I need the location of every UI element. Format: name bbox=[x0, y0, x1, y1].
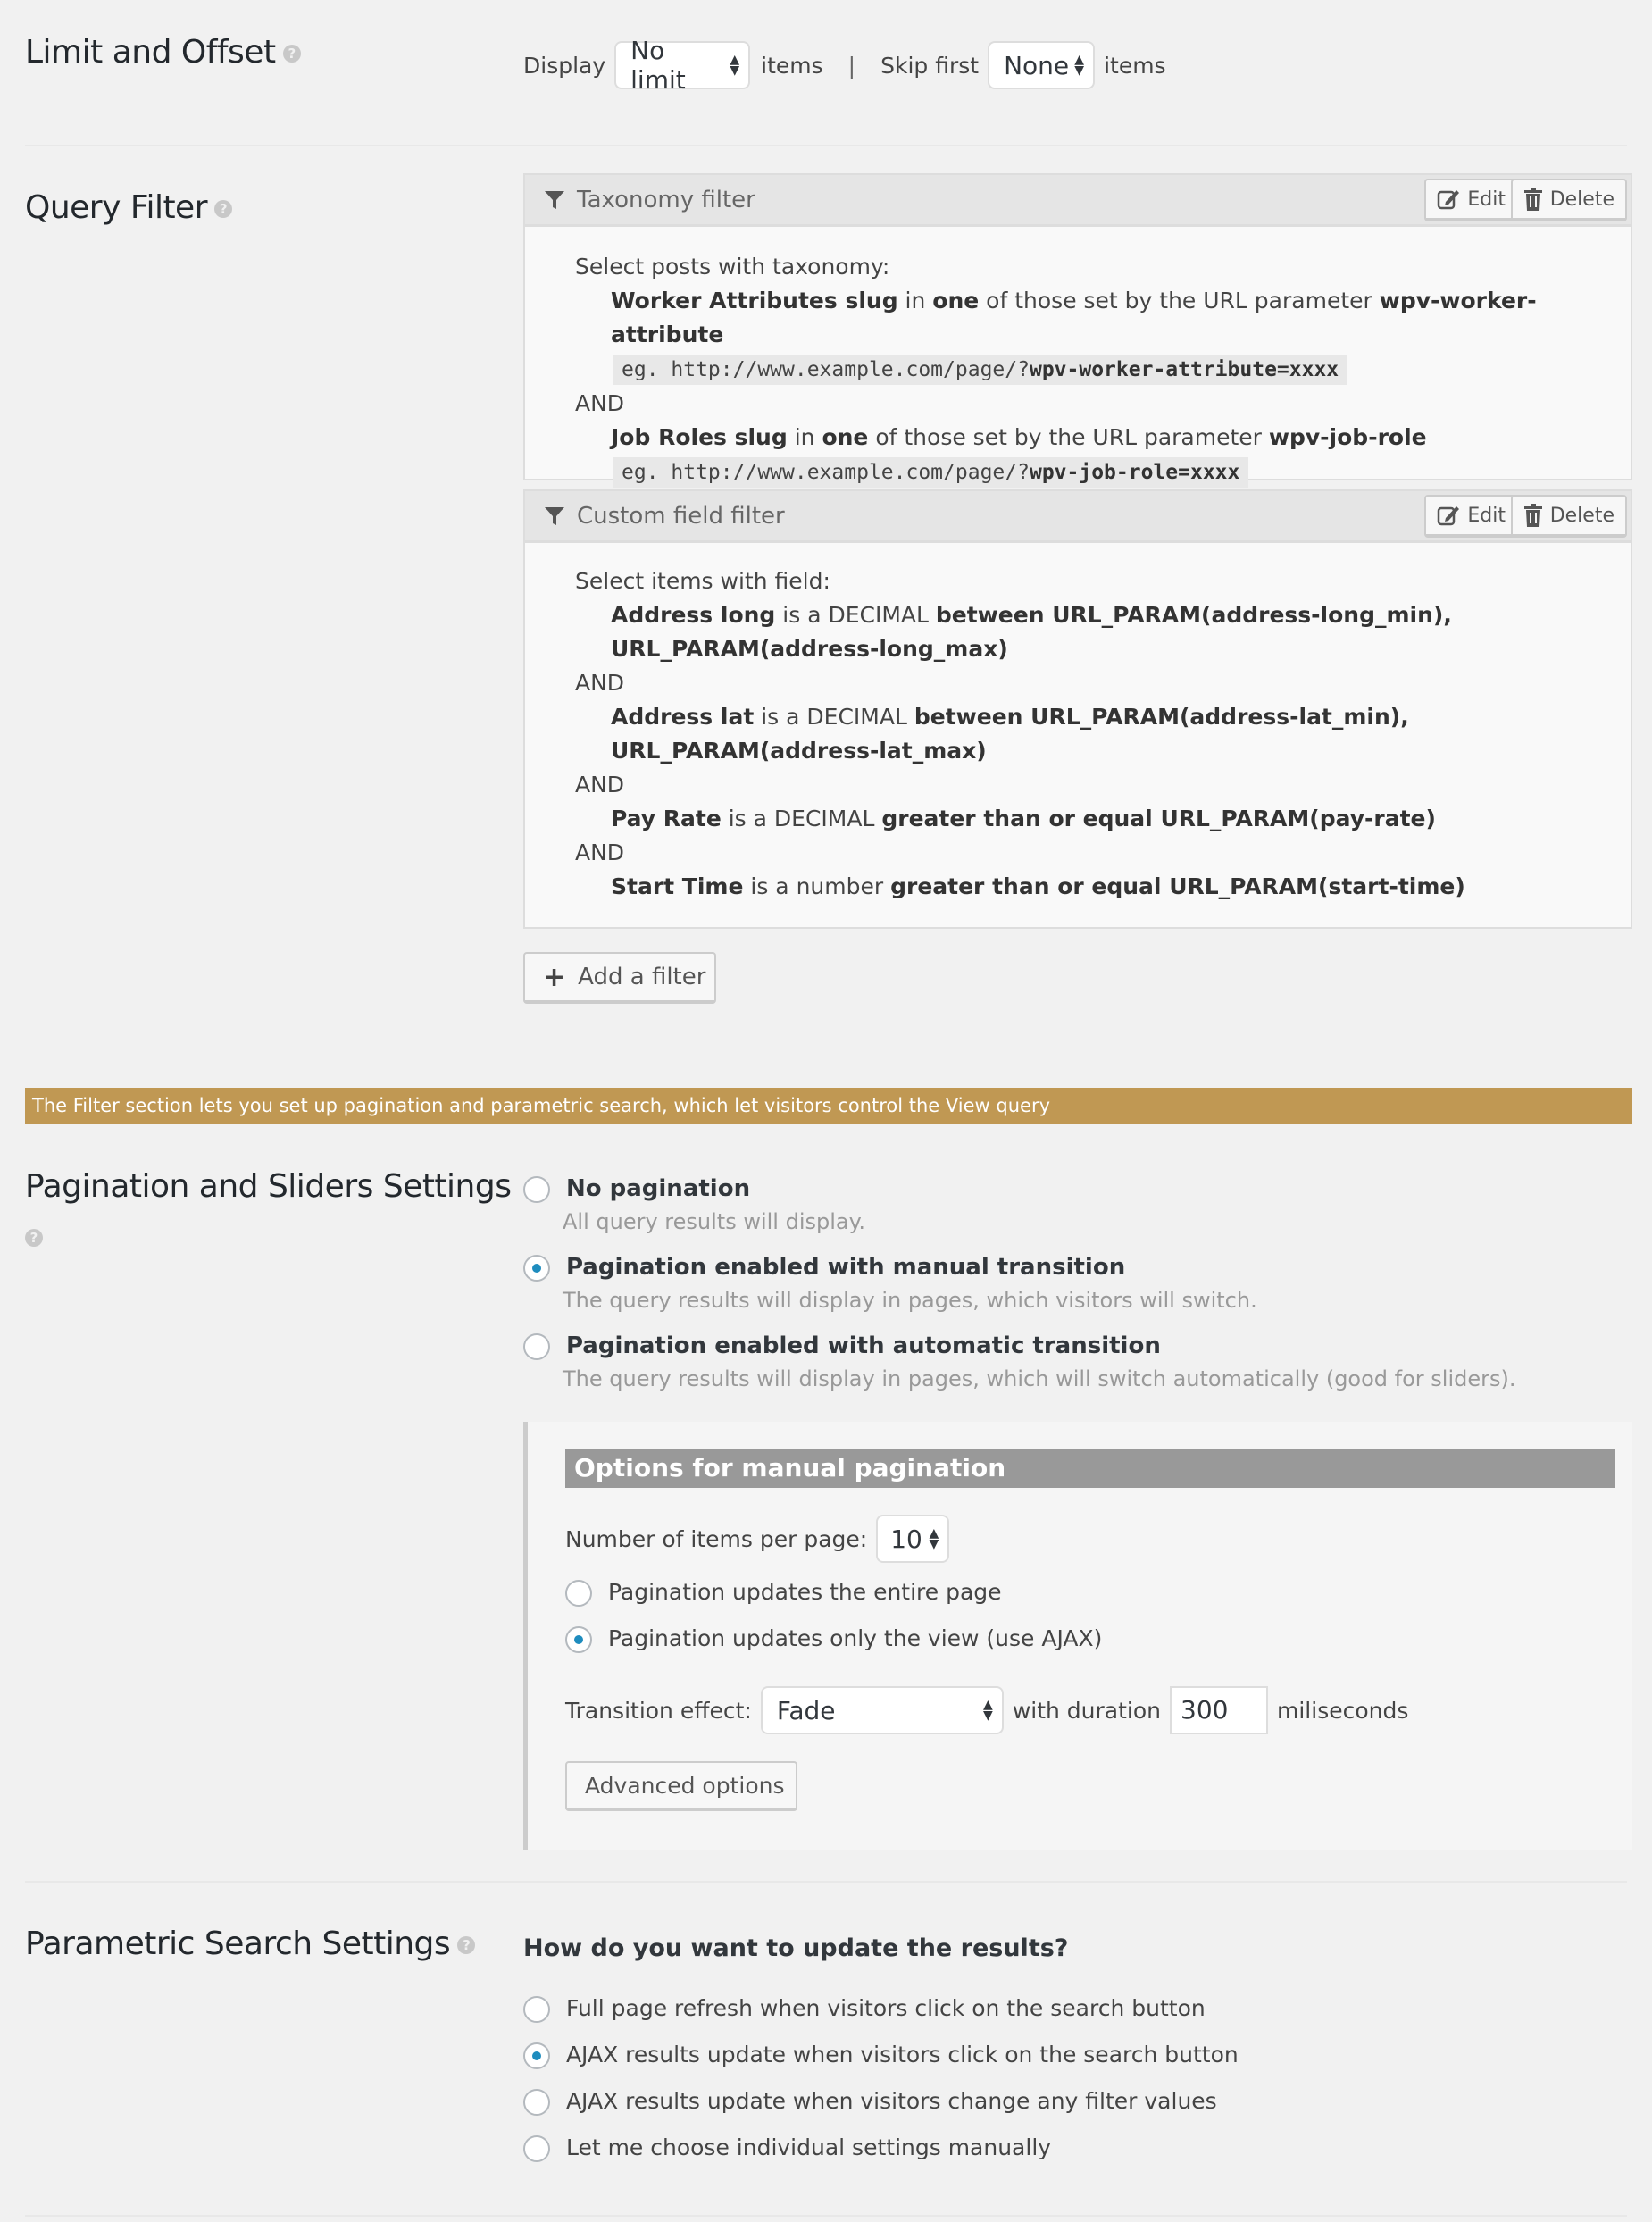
manual-pagination-header: Options for manual pagination bbox=[565, 1449, 1615, 1488]
skip-first-label: Skip first bbox=[880, 52, 980, 79]
filter-icon bbox=[545, 190, 564, 209]
taxonomy-filter-body: Select posts with taxonomy: Worker Attri… bbox=[525, 227, 1631, 507]
limit-offset-controls: Display No limit ▲ ▼ items | Skip first N… bbox=[523, 36, 1166, 95]
divider bbox=[25, 1881, 1627, 1883]
edit-button[interactable]: Edit bbox=[1424, 495, 1518, 538]
items-per-page-row: Number of items per page: 10 ▲ ▼ bbox=[565, 1515, 950, 1563]
edit-button[interactable]: Edit bbox=[1424, 179, 1518, 221]
radio-update-entire-page[interactable] bbox=[565, 1580, 592, 1607]
help-icon[interactable]: ? bbox=[457, 1936, 476, 1954]
parametric-option[interactable]: AJAX results update when visitors change… bbox=[523, 2088, 1217, 2116]
select-arrows-icon: ▲ ▼ bbox=[929, 1526, 939, 1551]
radio-manual-transition[interactable] bbox=[523, 1255, 550, 1282]
trash-icon bbox=[1523, 504, 1542, 527]
plus-icon: + bbox=[543, 961, 566, 993]
taxonomy-condition: Job Roles slug in one of those set by th… bbox=[611, 424, 1427, 450]
radio-automatic-transition[interactable] bbox=[523, 1333, 550, 1360]
divider bbox=[25, 2215, 1627, 2217]
add-filter-button[interactable]: + Add a filter bbox=[523, 952, 716, 1004]
select-arrows-icon: ▲ ▼ bbox=[730, 53, 740, 78]
divider bbox=[25, 145, 1627, 146]
pagination-option[interactable]: No pagination bbox=[523, 1175, 750, 1203]
help-icon[interactable]: ? bbox=[282, 45, 301, 63]
delete-button[interactable]: Delete bbox=[1510, 495, 1627, 538]
filter-section-banner: The Filter section lets you set up pagin… bbox=[25, 1088, 1632, 1124]
query-filter-title: Query Filter? bbox=[25, 189, 233, 226]
parametric-option[interactable]: AJAX results update when visitors click … bbox=[523, 2042, 1239, 2069]
option-description: The query results will display in pages,… bbox=[563, 1288, 1257, 1313]
taxonomy-filter-header: Taxonomy filter Edit Delete bbox=[525, 175, 1631, 227]
and-label: AND bbox=[575, 772, 625, 798]
radio-full-page-refresh[interactable] bbox=[523, 1996, 550, 2023]
custom-field-filter-header: Custom field filter Edit Delete bbox=[525, 491, 1631, 543]
items-per-page-select[interactable]: 10 ▲ ▼ bbox=[876, 1515, 950, 1563]
select-arrows-icon: ▲ ▼ bbox=[1074, 53, 1085, 78]
update-question: How do you want to update the results? bbox=[523, 1934, 1069, 1962]
radio-manual-settings[interactable] bbox=[523, 2135, 550, 2162]
url-example: eg. http://www.example.com/page/?wpv-wor… bbox=[613, 355, 1348, 385]
items-label: items bbox=[1104, 52, 1166, 79]
parametric-option[interactable]: Full page refresh when visitors click on… bbox=[523, 1995, 1206, 2023]
manual-pagination-panel: Options for manual pagination Number of … bbox=[523, 1422, 1632, 1850]
custom-field-filter-body: Select items with field: Address long is… bbox=[525, 543, 1631, 922]
option-description: The query results will display in pages,… bbox=[563, 1366, 1516, 1391]
radio-ajax-search-button[interactable] bbox=[523, 2042, 550, 2069]
help-icon[interactable]: ? bbox=[25, 1229, 43, 1247]
select-arrows-icon: ▲ ▼ bbox=[983, 1698, 993, 1723]
transition-row: Transition effect: Fade ▲ ▼ with duration… bbox=[565, 1686, 1408, 1734]
field-condition: Address long is a DECIMAL between URL_PA… bbox=[611, 602, 1452, 662]
transition-effect-select[interactable]: Fade ▲ ▼ bbox=[760, 1686, 1004, 1734]
display-label: Display bbox=[523, 52, 606, 79]
field-condition: Pay Rate is a DECIMAL greater than or eq… bbox=[611, 806, 1436, 831]
update-option[interactable]: Pagination updates the entire page bbox=[565, 1579, 1002, 1607]
limit-offset-title: Limit and Offset? bbox=[25, 34, 301, 71]
taxonomy-condition: Worker Attributes slug in one of those s… bbox=[611, 288, 1537, 347]
custom-field-intro: Select items with field: bbox=[575, 568, 830, 594]
advanced-options-button[interactable]: Advanced options bbox=[565, 1761, 797, 1811]
delete-button[interactable]: Delete bbox=[1510, 179, 1627, 221]
duration-input[interactable]: 300 bbox=[1170, 1686, 1268, 1734]
and-label: AND bbox=[575, 670, 625, 696]
trash-icon bbox=[1523, 188, 1542, 211]
items-label: items bbox=[761, 52, 823, 79]
update-option[interactable]: Pagination updates only the view (use AJ… bbox=[565, 1625, 1102, 1653]
url-example: eg. http://www.example.com/page/?wpv-job… bbox=[613, 457, 1249, 488]
separator: | bbox=[847, 52, 856, 79]
parametric-option[interactable]: Let me choose individual settings manual… bbox=[523, 2134, 1051, 2162]
radio-no-pagination[interactable] bbox=[523, 1176, 550, 1203]
pagination-option[interactable]: Pagination enabled with manual transitio… bbox=[523, 1254, 1125, 1282]
display-limit-select[interactable]: No limit ▲ ▼ bbox=[614, 36, 751, 95]
radio-ajax-filter-change[interactable] bbox=[523, 2089, 550, 2116]
taxonomy-intro: Select posts with taxonomy: bbox=[575, 254, 890, 280]
help-icon[interactable]: ? bbox=[214, 200, 233, 218]
and-label: AND bbox=[575, 840, 625, 865]
edit-icon bbox=[1438, 190, 1460, 210]
field-condition: Start Time is a number greater than or e… bbox=[611, 873, 1465, 899]
pagination-title: Pagination and Sliders Settings bbox=[25, 1168, 512, 1205]
edit-icon bbox=[1438, 506, 1460, 526]
taxonomy-filter-box: Taxonomy filter Edit Delete Select posts… bbox=[523, 173, 1632, 488]
skip-first-select[interactable]: None ▲ ▼ bbox=[988, 41, 1096, 89]
parametric-search-title: Parametric Search Settings? bbox=[25, 1925, 476, 1962]
custom-field-filter-box: Custom field filter Edit Delete Select i… bbox=[523, 489, 1632, 929]
radio-update-view-ajax[interactable] bbox=[565, 1626, 592, 1653]
and-label: AND bbox=[575, 390, 625, 416]
field-condition: Address lat is a DECIMAL between URL_PAR… bbox=[611, 704, 1409, 764]
option-description: All query results will display. bbox=[563, 1209, 866, 1234]
filter-icon bbox=[545, 506, 564, 525]
pagination-option[interactable]: Pagination enabled with automatic transi… bbox=[523, 1332, 1161, 1360]
